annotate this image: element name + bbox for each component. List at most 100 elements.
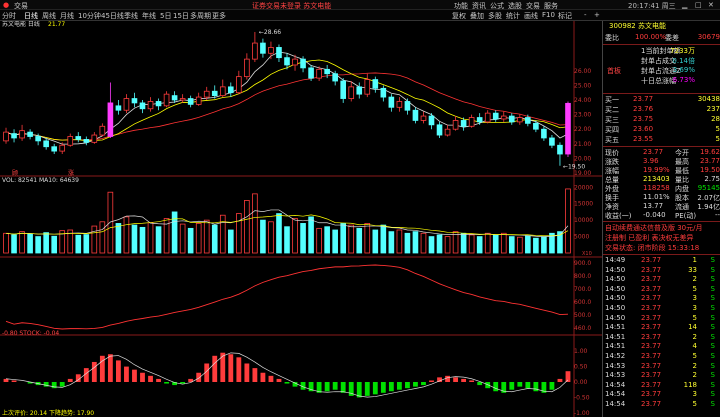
btn-fuquan[interactable]: 复权 xyxy=(452,11,466,21)
candle-body xyxy=(484,112,491,123)
candle-body xyxy=(276,47,282,59)
tick-price: 23.77 xyxy=(641,352,662,360)
signal-label-1: 顾 xyxy=(12,170,18,177)
macd-tick: -0.50 xyxy=(574,394,590,401)
btn-diejia[interactable]: 叠加 xyxy=(470,11,484,21)
volume-bar xyxy=(51,235,57,254)
tick-side: S xyxy=(710,294,715,303)
period-10min[interactable]: 10分钟 xyxy=(78,11,101,21)
buy-row: 买一 23.77 30438 xyxy=(603,95,720,105)
candle-body xyxy=(380,87,387,98)
macd-bar xyxy=(276,378,282,382)
period-fenshi[interactable]: 分时 xyxy=(2,11,16,21)
tick-side: S xyxy=(710,361,715,370)
stock-header: 300982 苏文电能 xyxy=(603,21,720,31)
candle-body xyxy=(51,146,57,152)
buy-row: 买五 23.55 5 xyxy=(603,135,720,145)
minimize-icon[interactable]: ▁ xyxy=(682,1,687,9)
volume-bar xyxy=(388,231,395,254)
btn-huaxian[interactable]: 画线 xyxy=(524,11,538,21)
tick-time: 14:51 xyxy=(605,342,626,351)
period-5day[interactable]: 5日 xyxy=(160,11,171,21)
candle-body xyxy=(444,128,451,136)
candle-body xyxy=(324,68,330,75)
stat-label: 收益(一) xyxy=(605,212,632,220)
stat-value: 2.75 xyxy=(704,175,720,183)
candle-body xyxy=(412,109,419,121)
news-row: 交易状态: 闭市阶段 15:33:18 xyxy=(603,243,720,253)
volume-bar xyxy=(115,223,122,254)
tick-row: 14:50 23.77 3 S xyxy=(603,304,720,314)
macd-bar xyxy=(533,382,539,392)
volume-bar xyxy=(308,216,314,254)
tick-side: S xyxy=(710,380,715,389)
period-daily[interactable]: 日线 xyxy=(24,11,38,21)
candle-body xyxy=(348,86,355,99)
macd-bar xyxy=(469,380,475,382)
macd-bar xyxy=(196,372,202,382)
macd-bar xyxy=(132,369,137,382)
candle-body xyxy=(372,79,379,89)
btn-biaoji[interactable]: 标记 xyxy=(558,11,572,21)
period-multi[interactable]: 多周期 xyxy=(190,11,211,21)
stat-value: -0.040 xyxy=(643,211,666,219)
period-season[interactable]: 季线 xyxy=(124,11,138,21)
volume-bar xyxy=(187,227,194,254)
stat-value: 19.99% xyxy=(643,166,670,174)
tick-volume: 14 xyxy=(688,323,697,332)
minus-button[interactable]: - xyxy=(584,11,587,19)
app-logo-icon: ● xyxy=(3,1,10,9)
buy-volume: 28 xyxy=(711,115,720,123)
signal-label-2: 涨 xyxy=(68,169,74,177)
plus-button[interactable]: + xyxy=(594,11,600,19)
volume-tick: 15000 xyxy=(574,201,593,208)
candle-body xyxy=(27,131,33,137)
candle-body xyxy=(147,101,154,110)
volume-bar xyxy=(484,232,491,254)
volume-unit: X10 xyxy=(582,251,592,257)
buy-row: 买三 23.75 28 xyxy=(603,115,720,125)
volume-bar xyxy=(428,236,435,254)
period-more[interactable]: 更多 xyxy=(212,11,226,21)
news-line: 注册制 已盈利 表决权无差异 xyxy=(605,234,694,242)
news-row: 自动续费通达信普及版 30元/月 xyxy=(603,223,720,233)
close-icon[interactable]: ✕ xyxy=(708,1,714,9)
macd-bar xyxy=(164,382,169,384)
tick-time: 14:50 xyxy=(605,304,626,312)
tick-time: 14:54 xyxy=(605,400,626,408)
period-45day[interactable]: 45日线 xyxy=(101,11,124,21)
period-monthly[interactable]: 月线 xyxy=(60,11,74,21)
btn-duogu[interactable]: 多股 xyxy=(488,11,502,21)
period-year[interactable]: 年线 xyxy=(142,11,156,21)
candle-body xyxy=(195,96,202,105)
btn-f10[interactable]: F10 xyxy=(542,11,555,19)
stock-label: 苏文电能 日线 xyxy=(2,21,40,28)
price-tick: 21.00 xyxy=(574,141,591,148)
tick-price: 23.77 xyxy=(641,256,662,264)
tick-volume: 5 xyxy=(692,284,697,293)
tick-side: S xyxy=(710,304,715,312)
tick-side: S xyxy=(710,275,715,284)
chart-area[interactable]: 苏文电能 日线 21.77 VOL: 82541 MA10: 64639 -0.80 … xyxy=(0,21,602,417)
macd-bar xyxy=(212,355,218,382)
period-weekly[interactable]: 周线 xyxy=(42,11,56,21)
tick-price: 23.77 xyxy=(641,265,662,274)
mid-indicator-line xyxy=(5,264,569,330)
stat-value: 3.96 xyxy=(643,157,659,165)
macd-bar xyxy=(525,382,531,389)
macd-bar xyxy=(429,380,434,382)
maximize-icon[interactable]: □ xyxy=(695,1,702,9)
macd-bar xyxy=(59,382,65,387)
btn-tongji[interactable]: 统计 xyxy=(506,11,520,21)
kline-svg[interactable]: 苏文电能 日线 21.77 VOL: 82541 MA10: 64639 -0.80 … xyxy=(0,21,602,417)
volume-bar xyxy=(492,234,499,254)
candle-body xyxy=(115,105,122,111)
bottom-text: 上次评价: 20.14 下降趋势: 17.90 xyxy=(2,409,94,417)
low-marker: ←19.50 xyxy=(563,164,585,171)
tick-row: 14:49 23.77 1 S xyxy=(603,256,720,266)
stat-label: PE(动) xyxy=(675,212,697,220)
period-15day[interactable]: 15日 xyxy=(173,11,189,21)
board-info-value: 3.69% xyxy=(672,66,695,74)
ma20-line xyxy=(5,72,569,141)
tick-price: 23.77 xyxy=(641,294,662,303)
